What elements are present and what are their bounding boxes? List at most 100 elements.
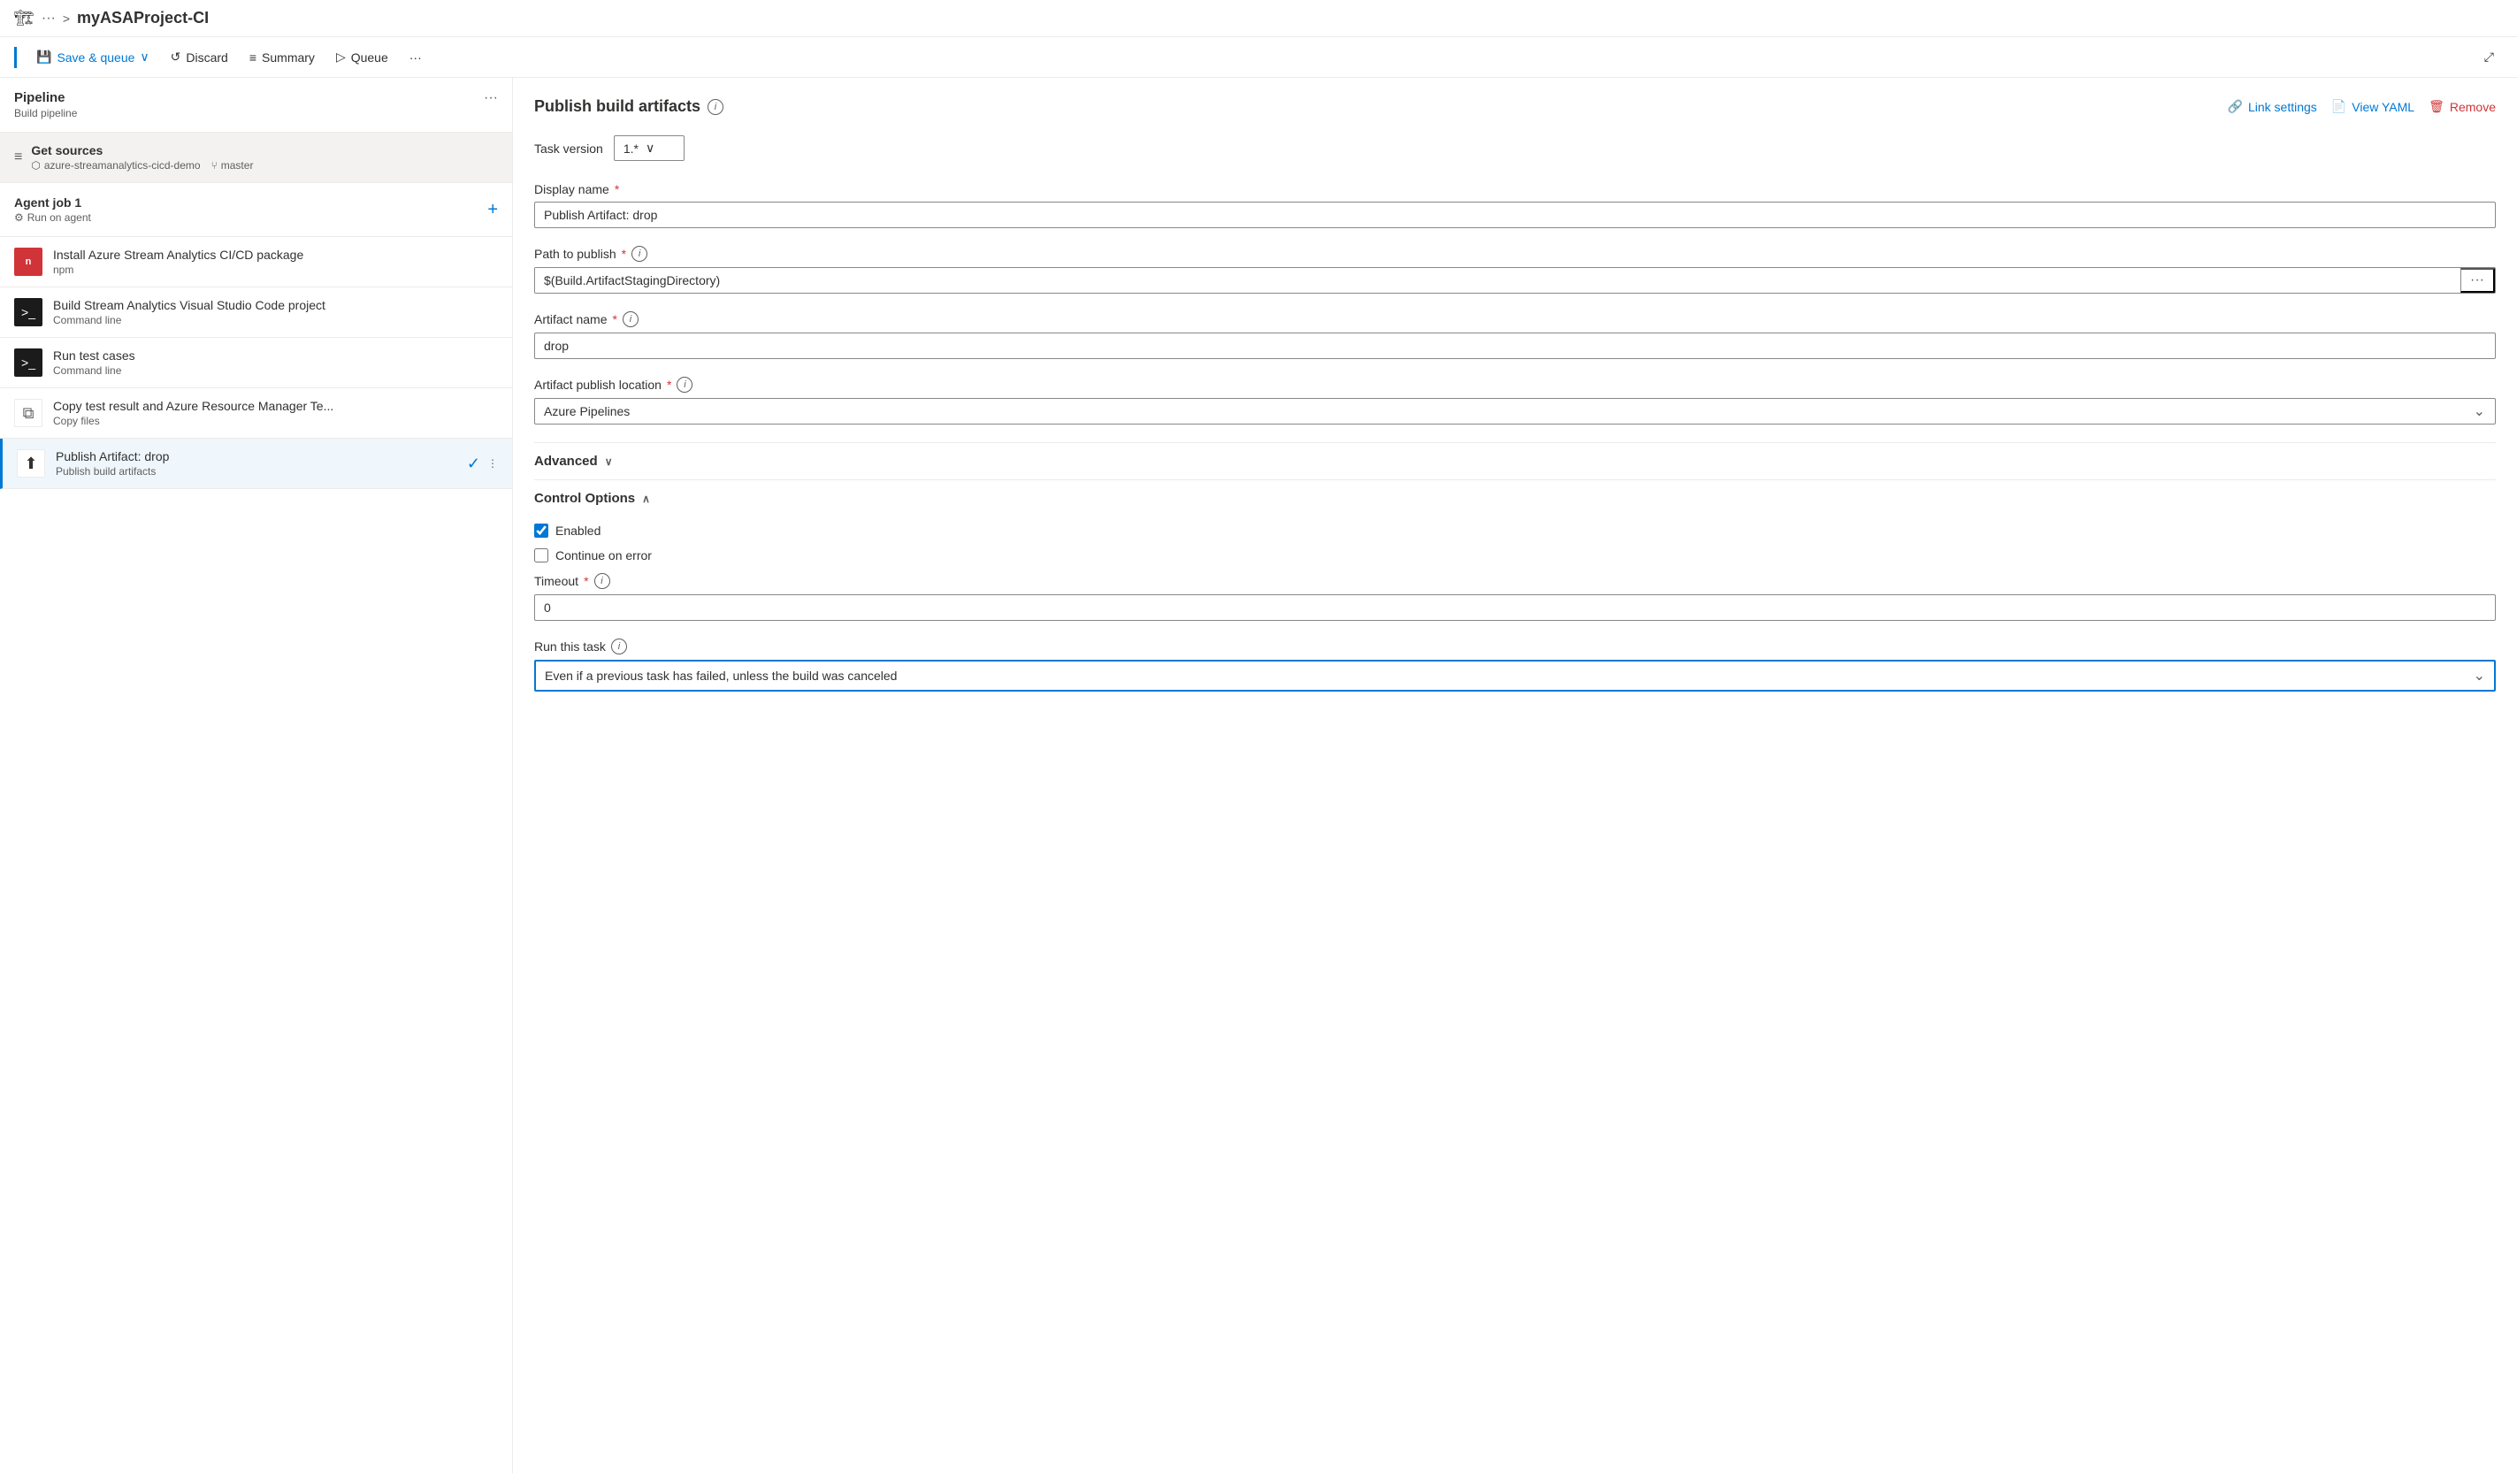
continue-on-error-label[interactable]: Continue on error — [555, 548, 652, 562]
artifact-name-group: Artifact name * i — [534, 311, 2496, 359]
display-name-input[interactable] — [534, 202, 2496, 228]
get-sources-item[interactable]: ≡ Get sources ⬡ azure-streamanalytics-ci… — [0, 133, 512, 183]
control-options-content: Enabled Continue on error Timeout * i Ru… — [534, 516, 2496, 716]
npm-icon: n — [14, 248, 42, 276]
queue-button[interactable]: ▷ Queue — [327, 44, 397, 70]
artifact-info-icon[interactable]: i — [623, 311, 639, 327]
run-this-task-label: Run this task i — [534, 639, 2496, 654]
view-yaml-button[interactable]: 📄 View YAML — [2331, 96, 2414, 118]
artifact-publish-location-select[interactable]: Azure Pipelines File share — [534, 398, 2496, 425]
path-info-icon[interactable]: i — [631, 246, 647, 262]
task-build-stream[interactable]: >_ Build Stream Analytics Visual Studio … — [0, 287, 512, 338]
get-sources-meta: ⬡ azure-streamanalytics-cicd-demo ⑂ mast… — [31, 159, 253, 172]
branch-icon: ⑂ — [211, 159, 218, 172]
control-options-chevron-icon: ∧ — [642, 493, 650, 505]
title-info-icon[interactable]: i — [708, 99, 723, 115]
remove-button[interactable]: 🗑 Remove — [2429, 96, 2496, 118]
link-icon: 🔗 — [2228, 99, 2243, 114]
required-marker: * — [622, 247, 626, 261]
summary-button[interactable]: ≡ Summary — [241, 45, 324, 70]
run-this-task-select[interactable]: Only when all previous tasks have succee… — [534, 660, 2496, 692]
task-subtitle: npm — [53, 264, 498, 276]
yaml-icon: 📄 — [2331, 99, 2346, 114]
path-to-publish-input[interactable] — [535, 268, 2460, 293]
timeout-group: Timeout * i — [534, 573, 2496, 621]
path-to-publish-input-wrapper: ··· — [534, 267, 2496, 294]
required-marker: * — [612, 312, 616, 326]
task-subtitle: Copy files — [53, 415, 498, 427]
top-bar: 🏗 ··· > myASAProject-CI — [0, 0, 2517, 37]
path-ellipsis-button[interactable]: ··· — [2460, 268, 2495, 293]
more-button[interactable]: ··· — [401, 45, 431, 70]
control-options-label: Control Options — [534, 491, 635, 506]
task-title: Publish Artifact: drop — [56, 449, 456, 463]
copy-icon: ⧉ — [14, 399, 42, 427]
artifact-publish-location-select-wrapper: Azure Pipelines File share — [534, 398, 2496, 425]
link-settings-button[interactable]: 🔗 Link settings — [2228, 96, 2317, 118]
task-title: Copy test result and Azure Resource Mana… — [53, 399, 498, 413]
task-title: Build Stream Analytics Visual Studio Cod… — [53, 298, 498, 312]
toolbar-accent — [14, 47, 17, 68]
pipeline-more-button[interactable]: ··· — [484, 90, 498, 106]
save-queue-button[interactable]: 💾 Save & queue ∨ — [27, 44, 158, 70]
artifact-publish-location-label: Artifact publish location * i — [534, 377, 2496, 393]
display-name-label: Display name * — [534, 182, 2496, 196]
path-to-publish-label: Path to publish * i — [534, 246, 2496, 262]
artifact-name-input[interactable] — [534, 333, 2496, 359]
timeout-input[interactable] — [534, 594, 2496, 621]
add-task-button[interactable]: + — [487, 200, 498, 220]
discard-button[interactable]: ↺ Discard — [162, 44, 237, 70]
branch-meta: ⑂ master — [211, 159, 254, 172]
panel-header: Publish build artifacts i 🔗 Link setting… — [534, 96, 2496, 118]
breadcrumb-separator: > — [63, 11, 70, 26]
toolbar: 💾 Save & queue ∨ ↺ Discard ≡ Summary ▷ Q… — [0, 37, 2517, 78]
cmd-icon: >_ — [14, 348, 42, 377]
run-task-info-icon[interactable]: i — [611, 639, 627, 654]
expand-button[interactable]: ⤢ — [2475, 44, 2503, 70]
task-run-test[interactable]: >_ Run test cases Command line — [0, 338, 512, 388]
advanced-chevron-icon: ∨ — [605, 455, 613, 468]
summary-icon: ≡ — [249, 50, 256, 65]
advanced-label: Advanced — [534, 454, 598, 469]
get-sources-title: Get sources — [31, 143, 253, 157]
continue-on-error-checkbox[interactable] — [534, 548, 548, 562]
enabled-label[interactable]: Enabled — [555, 524, 601, 538]
timeout-info-icon[interactable]: i — [594, 573, 610, 589]
task-title: Run test cases — [53, 348, 498, 363]
main-layout: Pipeline Build pipeline ··· ≡ Get source… — [0, 78, 2517, 1473]
top-bar-dots[interactable]: ··· — [42, 11, 56, 27]
artifact-name-label: Artifact name * i — [534, 311, 2496, 327]
left-panel: Pipeline Build pipeline ··· ≡ Get source… — [0, 78, 513, 1473]
task-copy-test[interactable]: ⧉ Copy test result and Azure Resource Ma… — [0, 388, 512, 439]
advanced-section-header[interactable]: Advanced ∨ — [534, 442, 2496, 479]
task-subtitle: Command line — [53, 364, 498, 377]
task-subtitle: Command line — [53, 314, 498, 326]
repo-icon: ⬡ — [31, 159, 40, 172]
task-install-azure[interactable]: n Install Azure Stream Analytics CI/CD p… — [0, 237, 512, 287]
task-subtitle: Publish build artifacts — [56, 465, 456, 478]
required-marker: * — [584, 574, 588, 588]
task-version-select[interactable]: 1.* ∨ — [614, 135, 685, 161]
location-info-icon[interactable]: i — [677, 377, 692, 393]
pipeline-header-text: Pipeline Build pipeline — [14, 90, 77, 119]
task-title: Install Azure Stream Analytics CI/CD pac… — [53, 248, 498, 262]
app-icon: 🏗 — [14, 9, 34, 27]
task-check-icon: ✓ — [467, 455, 480, 473]
agent-icon: ⚙ — [14, 211, 24, 224]
task-version-row: Task version 1.* ∨ — [534, 135, 2496, 161]
pipeline-header: Pipeline Build pipeline ··· — [0, 78, 512, 133]
publish-icon: ⬆ — [17, 449, 45, 478]
version-value: 1.* — [624, 142, 639, 156]
task-more-icon[interactable]: ⋮ — [487, 457, 498, 470]
queue-icon: ▷ — [336, 50, 346, 65]
artifact-publish-location-group: Artifact publish location * i Azure Pipe… — [534, 377, 2496, 425]
task-version-label: Task version — [534, 142, 603, 156]
control-options-section-header[interactable]: Control Options ∧ — [534, 479, 2496, 516]
run-this-task-select-wrapper: Only when all previous tasks have succee… — [534, 660, 2496, 692]
repo-meta: ⬡ azure-streamanalytics-cicd-demo — [31, 159, 200, 172]
enabled-checkbox[interactable] — [534, 524, 548, 538]
pipeline-subtitle: Build pipeline — [14, 107, 77, 119]
task-publish-artifact[interactable]: ⬆ Publish Artifact: drop Publish build a… — [0, 439, 512, 489]
remove-icon: 🗑 — [2429, 99, 2444, 114]
sources-icon: ≡ — [14, 149, 22, 165]
